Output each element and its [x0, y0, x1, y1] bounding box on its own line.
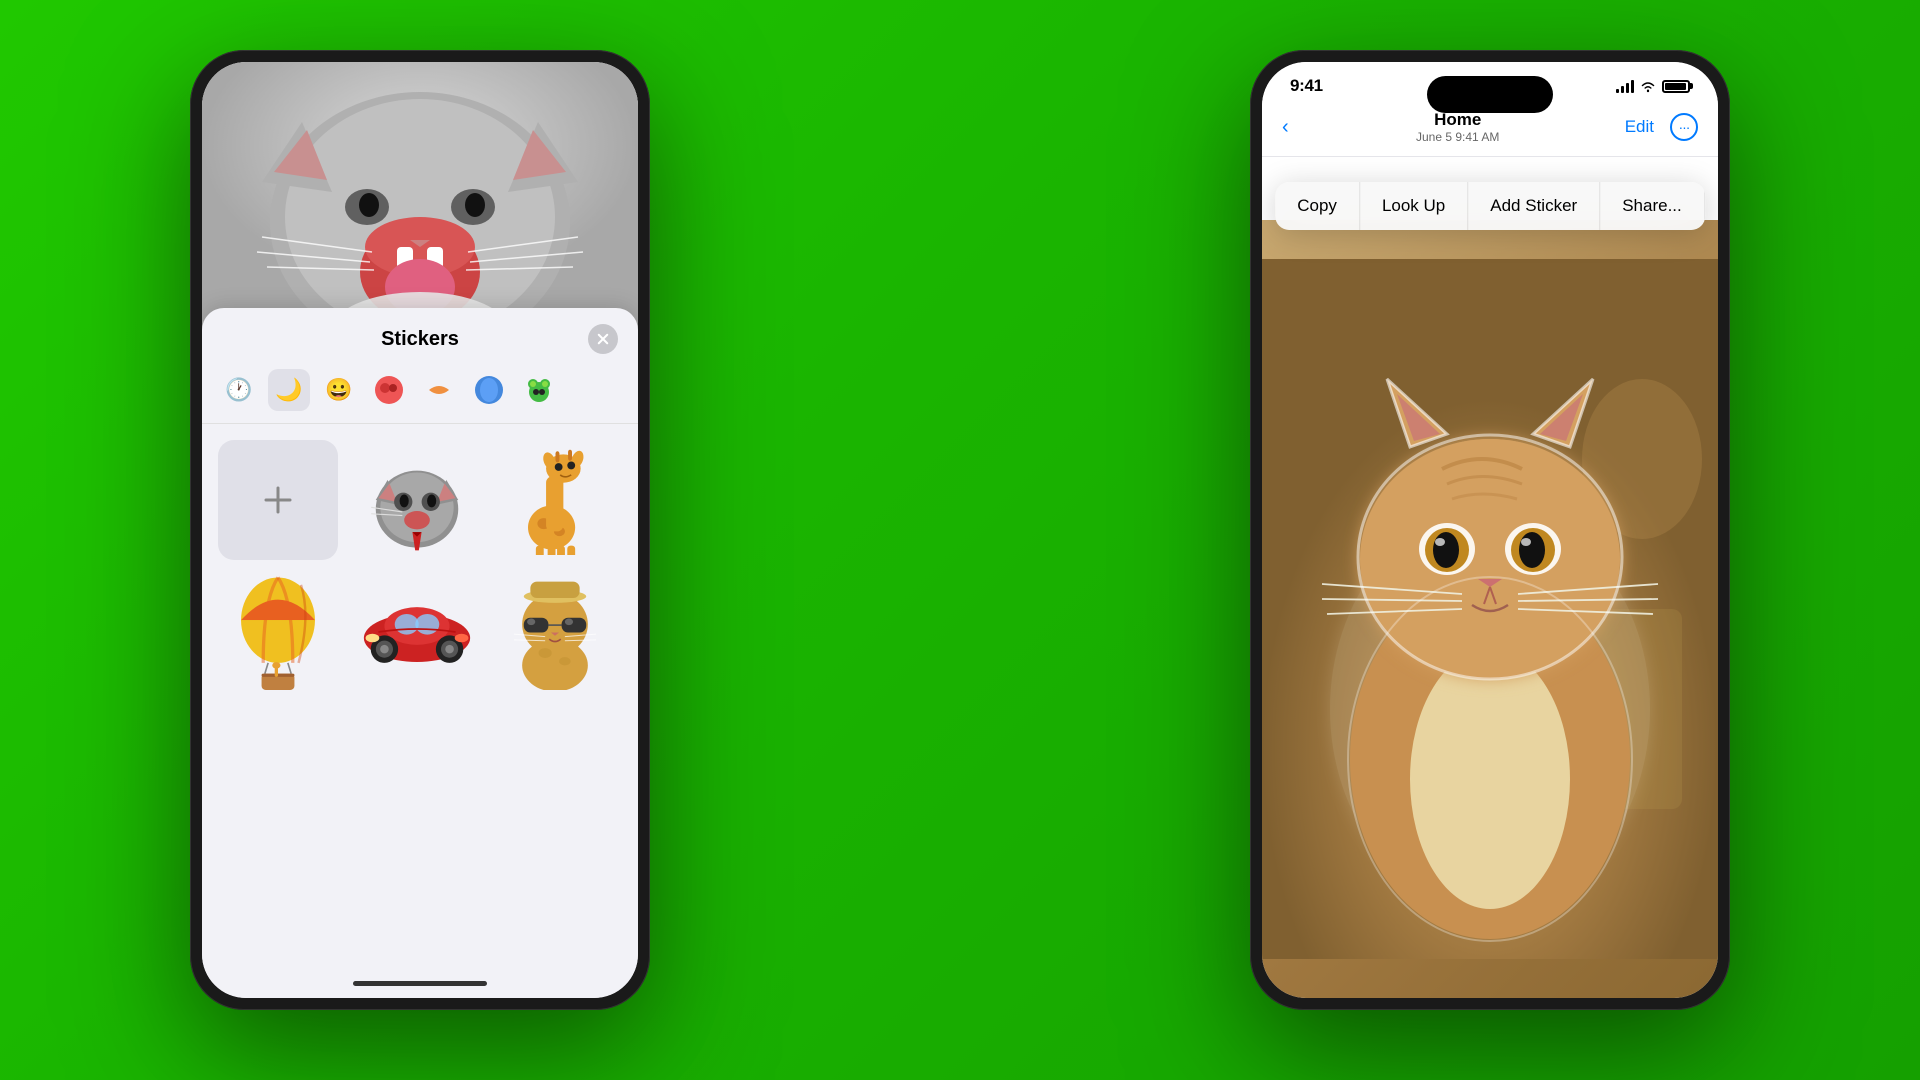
cat-tabby-image [1262, 259, 1718, 959]
nav-title: Home [1416, 110, 1499, 130]
context-menu: Copy Look Up Add Sticker Share... [1275, 182, 1705, 230]
cat-photo-right [1262, 220, 1718, 998]
left-phone-screen: Stickers 🕐 🌙 😀 [202, 62, 638, 998]
sticker-cat-angry[interactable] [357, 440, 477, 560]
stickers-header: Stickers [202, 308, 638, 361]
sticker-cat-fancy[interactable] [495, 572, 615, 692]
context-add-sticker-button[interactable]: Add Sticker [1468, 182, 1600, 230]
category-tab-food[interactable] [368, 369, 410, 411]
more-dots-icon: ··· [1678, 119, 1689, 135]
wifi-icon [1640, 80, 1656, 93]
nav-subtitle: June 5 9:41 AM [1416, 130, 1499, 144]
dynamic-island [1427, 76, 1553, 113]
sticker-balloon[interactable] [218, 572, 338, 692]
category-tab-fish[interactable] [418, 369, 460, 411]
context-share-button[interactable]: Share... [1600, 182, 1705, 230]
nav-back-button[interactable]: ‹ [1282, 116, 1291, 139]
right-phone-screen: 9:41 [1262, 62, 1718, 998]
context-lookup-button[interactable]: Look Up [1360, 182, 1468, 230]
category-tab-frog[interactable] [518, 369, 560, 411]
edit-button[interactable]: Edit [1625, 117, 1654, 137]
left-phone: Stickers 🕐 🌙 😀 [190, 50, 650, 1010]
stickers-close-button[interactable] [588, 324, 618, 354]
right-phone: 9:41 [1250, 50, 1730, 1010]
category-tab-emoji[interactable]: 😀 [318, 369, 360, 411]
nav-right-buttons: Edit ··· [1625, 113, 1698, 141]
yawning-cat-image [202, 62, 638, 342]
context-copy-button[interactable]: Copy [1275, 182, 1360, 230]
stickers-panel: Stickers 🕐 🌙 😀 [202, 308, 638, 998]
sticker-giraffe[interactable] [495, 440, 615, 560]
category-tab-night[interactable]: 🌙 [268, 369, 310, 411]
signal-bars-icon [1616, 79, 1634, 93]
scene: Stickers 🕐 🌙 😀 [0, 0, 1920, 1080]
stickers-title: Stickers [381, 328, 459, 351]
sticker-car[interactable] [357, 572, 477, 692]
stickers-categories: 🕐 🌙 😀 [202, 361, 638, 424]
home-indicator [353, 981, 487, 986]
back-chevron-icon: ‹ [1282, 116, 1289, 139]
cat-photo-top [202, 62, 638, 342]
stickers-grid [202, 424, 638, 708]
more-button[interactable]: ··· [1670, 113, 1698, 141]
nav-title-block: Home June 5 9:41 AM [1416, 110, 1499, 144]
add-sticker-button[interactable] [218, 440, 338, 560]
category-tab-blue[interactable] [468, 369, 510, 411]
status-time: 9:41 [1290, 76, 1323, 96]
battery-icon [1662, 80, 1690, 93]
category-tab-recent[interactable]: 🕐 [218, 369, 260, 411]
status-bar: 9:41 [1262, 62, 1718, 102]
status-icons [1616, 79, 1690, 93]
